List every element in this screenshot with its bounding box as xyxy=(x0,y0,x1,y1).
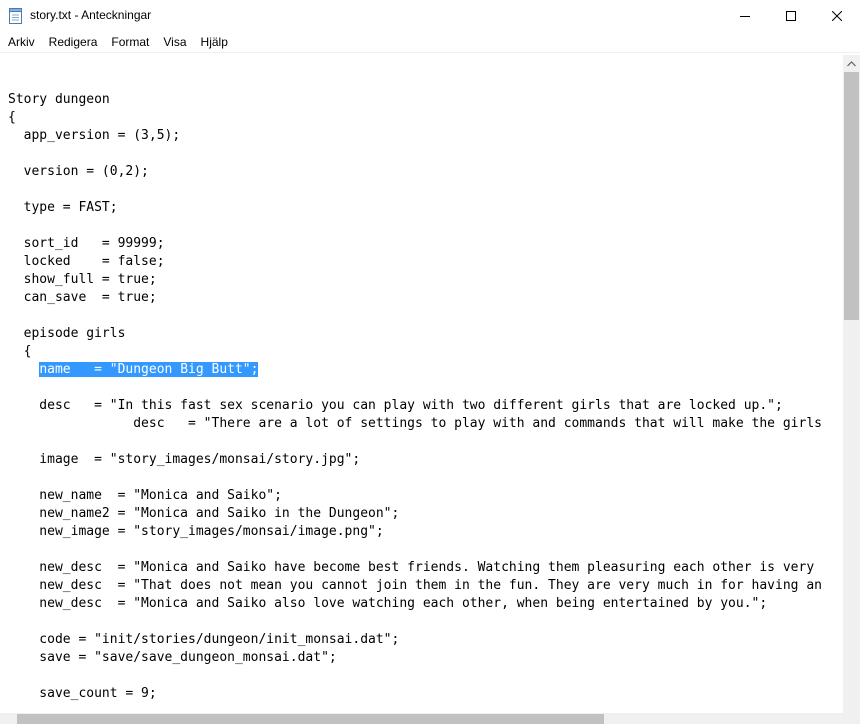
horizontal-scrollbar[interactable] xyxy=(0,713,843,724)
editor-line: code = "init/stories/dungeon/init_monsai… xyxy=(8,632,400,647)
editor-line: desc = "There are a lot of settings to p… xyxy=(8,416,822,431)
window-title: story.txt - Anteckningar xyxy=(30,8,152,22)
editor-line: sort_id = 99999; xyxy=(8,236,165,251)
editor-content[interactable]: Story dungeon { app_version = (3,5); vers… xyxy=(8,91,822,703)
editor-line-selected: name = "Dungeon Big Butt"; xyxy=(8,361,822,379)
text-editor[interactable]: Story dungeon { app_version = (3,5); vers… xyxy=(0,55,843,713)
editor-line: { xyxy=(8,110,16,125)
editor-line: new_image = "story_images/monsai/image.p… xyxy=(8,524,384,539)
scrollbar-corner xyxy=(843,713,860,724)
editor-line: new_name2 = "Monica and Saiko in the Dun… xyxy=(8,506,400,521)
horizontal-scroll-thumb[interactable] xyxy=(17,714,604,724)
close-button[interactable] xyxy=(814,0,860,32)
editor-line: can_save = true; xyxy=(8,290,157,305)
editor-line: locked = false; xyxy=(8,254,165,269)
close-icon xyxy=(832,11,842,21)
editor-line: new_desc = "That does not mean you canno… xyxy=(8,578,822,593)
editor-line: desc = "In this fast sex scenario you ca… xyxy=(8,398,783,413)
editor-line: type = FAST; xyxy=(8,200,118,215)
menu-hjalp[interactable]: Hjälp xyxy=(194,32,235,52)
selection-indent xyxy=(8,362,39,377)
editor-line: version = (0,2); xyxy=(8,164,149,179)
editor-line: { xyxy=(8,344,32,359)
editor-line: episode girls xyxy=(8,326,126,341)
chevron-up-icon xyxy=(847,60,856,66)
editor-line: app_version = (3,5); xyxy=(8,128,181,143)
menu-visa[interactable]: Visa xyxy=(156,32,193,52)
menu-format[interactable]: Format xyxy=(104,32,156,52)
minimize-icon xyxy=(740,16,750,17)
maximize-button[interactable] xyxy=(768,0,814,32)
text-selection[interactable]: name = "Dungeon Big Butt"; xyxy=(39,362,259,377)
editor-line: save = "save/save_dungeon_monsai.dat"; xyxy=(8,650,337,665)
notepad-icon xyxy=(9,8,22,24)
editor-line: image = "story_images/monsai/story.jpg"; xyxy=(8,452,361,467)
editor-line: show_full = true; xyxy=(8,272,157,287)
editor-line: new_desc = "Monica and Saiko also love w… xyxy=(8,596,768,611)
menu-bar: Arkiv Redigera Format Visa Hjälp xyxy=(0,32,860,53)
editor-line: save_count = 9; xyxy=(8,686,157,701)
menu-arkiv[interactable]: Arkiv xyxy=(0,32,42,52)
scroll-up-button[interactable] xyxy=(843,55,860,72)
minimize-button[interactable] xyxy=(722,0,768,32)
vertical-scroll-thumb[interactable] xyxy=(844,72,859,320)
title-bar[interactable]: story.txt - Anteckningar xyxy=(0,0,860,32)
menu-redigera[interactable]: Redigera xyxy=(42,32,105,52)
notepad-window: story.txt - Anteckningar Arkiv Redigera … xyxy=(0,0,860,724)
editor-line: Story dungeon xyxy=(8,92,110,107)
vertical-scrollbar[interactable] xyxy=(843,55,860,713)
editor-line: new_name = "Monica and Saiko"; xyxy=(8,488,282,503)
maximize-icon xyxy=(786,11,796,21)
editor-line: new_desc = "Monica and Saiko have become… xyxy=(8,560,815,575)
